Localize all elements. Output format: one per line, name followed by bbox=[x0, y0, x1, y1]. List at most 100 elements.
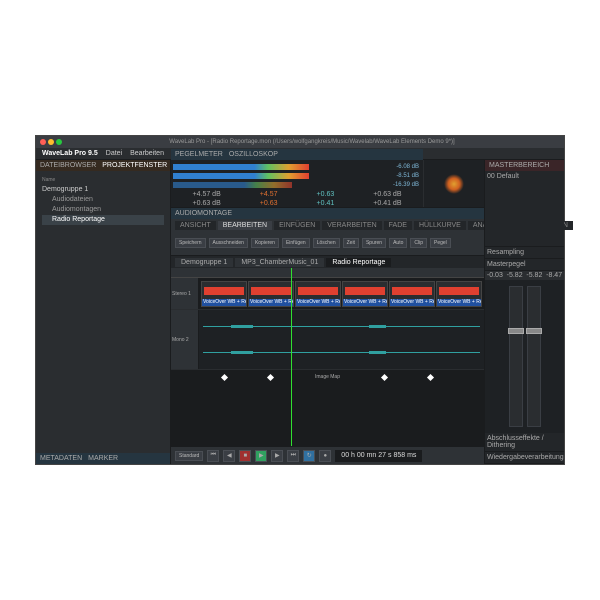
peak-val-2: -8.51 dB bbox=[396, 173, 419, 179]
menu-edit[interactable]: Bearbeiten bbox=[130, 150, 164, 157]
close-icon[interactable] bbox=[40, 139, 46, 145]
master-faders bbox=[485, 280, 564, 433]
project-panel: DATEIBROWSER PROJEKTFENSTER Name Demogru… bbox=[36, 160, 171, 464]
time-ruler[interactable] bbox=[171, 268, 484, 278]
marker-icon[interactable] bbox=[267, 373, 274, 380]
tab-edit[interactable]: BEARBEITEN bbox=[218, 221, 272, 230]
marker-icon[interactable] bbox=[427, 373, 434, 380]
tree-group[interactable]: Demogruppe 1 bbox=[42, 185, 164, 195]
clip-4[interactable]: VoiceOver WB + Reportage bbox=[342, 281, 388, 307]
transport-bar: Standard ⏮ ◀ ■ ▶ ▶ ⏭ ↻ ● 00 h 00 mn 27 s… bbox=[171, 446, 484, 464]
fader-right[interactable] bbox=[527, 286, 541, 427]
montage-toolbar: AUDIOMONTAGE ANSICHT BEARBEITEN EINFÜGEN… bbox=[171, 208, 484, 256]
peak-val-1: -6.08 dB bbox=[396, 164, 419, 170]
marker-lane[interactable]: Image Map bbox=[171, 370, 484, 384]
record-button[interactable]: ● bbox=[319, 450, 331, 462]
track-1-header[interactable]: Stereo 1 bbox=[171, 278, 199, 309]
play-button[interactable]: ▶ bbox=[255, 450, 267, 462]
waveform-display bbox=[203, 314, 480, 365]
maximize-icon[interactable] bbox=[56, 139, 62, 145]
level-meter: PEGELMETER OSZILLOSKOP -6.08 dB -8.51 dB… bbox=[171, 160, 423, 207]
tree-item-montage[interactable]: Audiomontagen bbox=[42, 205, 164, 215]
tab-metadata[interactable]: METADATEN bbox=[40, 455, 82, 462]
tab-view[interactable]: ANSICHT bbox=[175, 221, 216, 230]
clip-6[interactable]: VoiceOver WB + Reportage bbox=[436, 281, 482, 307]
back-button[interactable]: ◀ bbox=[223, 450, 235, 462]
btn-clip[interactable]: Clip bbox=[410, 238, 427, 248]
btn-level[interactable]: Pegel bbox=[430, 238, 451, 248]
rewind-button[interactable]: ⏮ bbox=[207, 450, 219, 462]
btn-copy[interactable]: Kopieren bbox=[251, 238, 279, 248]
tab-levelmeter[interactable]: PEGELMETER bbox=[175, 151, 223, 158]
clip-1[interactable]: VoiceOver WB + Reportage bbox=[201, 281, 247, 307]
m8: +0.41 dB bbox=[373, 200, 401, 207]
btn-time[interactable]: Zeit bbox=[343, 238, 359, 248]
center-area: PEGELMETER OSZILLOSKOP -6.08 dB -8.51 dB… bbox=[171, 160, 484, 464]
loop-button[interactable]: ↻ bbox=[303, 450, 315, 462]
timeline[interactable]: Stereo 1 VoiceOver WB + Reportage VoiceO… bbox=[171, 268, 484, 446]
m6: +0.63 bbox=[260, 200, 278, 207]
track-2-header[interactable]: Mono 2 bbox=[171, 310, 199, 369]
montage-tabs: Demogruppe 1 MP3_ChamberMusic_01 Radio R… bbox=[171, 256, 484, 268]
stop-button[interactable]: ■ bbox=[239, 450, 251, 462]
m1: +4.57 dB bbox=[193, 191, 221, 198]
window-title: WaveLab Pro - [Radio Reportage.mon (/Use… bbox=[64, 139, 560, 145]
masterlevel-section: Masterpegel bbox=[485, 259, 564, 271]
menu-file[interactable]: Datei bbox=[106, 150, 122, 157]
tree-header: Name bbox=[42, 175, 164, 185]
minimize-icon[interactable] bbox=[48, 139, 54, 145]
marker-icon[interactable] bbox=[381, 373, 388, 380]
playhead[interactable] bbox=[291, 268, 292, 446]
btn-delete[interactable]: Löschen bbox=[313, 238, 340, 248]
btn-auto[interactable]: Auto bbox=[389, 238, 407, 248]
track-2-lane[interactable] bbox=[199, 310, 484, 369]
timecode-display: 00 h 00 mn 27 s 858 ms bbox=[335, 450, 422, 462]
meter-tabs: PEGELMETER OSZILLOSKOP bbox=[171, 149, 423, 160]
tab-project[interactable]: PROJEKTFENSTER bbox=[102, 162, 167, 169]
tree-item-audio[interactable]: Audiodateien bbox=[42, 195, 164, 205]
tab-envelope[interactable]: HÜLLKURVE bbox=[414, 221, 466, 230]
preset-selector[interactable]: Standard bbox=[175, 451, 203, 461]
mtab-group[interactable]: Demogruppe 1 bbox=[175, 258, 233, 267]
tab-marker[interactable]: MARKER bbox=[88, 455, 118, 462]
dither-section: Abschlusseffekte / Dithering bbox=[485, 433, 564, 452]
track-1-lane[interactable]: VoiceOver WB + Reportage VoiceOver WB + … bbox=[199, 278, 484, 309]
m2: +4.57 bbox=[260, 191, 278, 198]
end-button[interactable]: ⏭ bbox=[287, 450, 299, 462]
tab-process[interactable]: VERARBEITEN bbox=[322, 221, 381, 230]
master-default: 00 Default bbox=[485, 171, 564, 247]
toolbar-tabs: ANSICHT BEARBEITEN EINFÜGEN VERARBEITEN … bbox=[171, 219, 484, 231]
btn-tracks[interactable]: Spuren bbox=[362, 238, 386, 248]
forward-button[interactable]: ▶ bbox=[271, 450, 283, 462]
tree-item-reportage[interactable]: Radio Reportage bbox=[42, 215, 164, 225]
tab-oscilloscope[interactable]: OSZILLOSKOP bbox=[229, 151, 278, 158]
fader-knob[interactable] bbox=[526, 328, 542, 334]
tab-fade[interactable]: FADE bbox=[384, 221, 412, 230]
fader-values: -0.03-5.82-5.82-8.47 bbox=[485, 271, 564, 280]
mtab-radio[interactable]: Radio Reportage bbox=[326, 258, 391, 267]
track-2: Mono 2 bbox=[171, 310, 484, 370]
meter-row: PEGELMETER OSZILLOSKOP -6.08 dB -8.51 dB… bbox=[171, 160, 484, 208]
clip-5[interactable]: VoiceOver WB + Reportage bbox=[389, 281, 435, 307]
btn-save[interactable]: Speichern bbox=[175, 238, 206, 248]
marker-icon[interactable] bbox=[221, 373, 228, 380]
m7: +0.41 bbox=[317, 200, 335, 207]
btn-paste[interactable]: Einfügen bbox=[282, 238, 310, 248]
toolbar-buttons: Speichern Ausschneiden Kopieren Einfügen… bbox=[171, 231, 484, 255]
app-name: WaveLab Pro 9.5 bbox=[42, 150, 98, 157]
mtab-mp3[interactable]: MP3_ChamberMusic_01 bbox=[235, 258, 324, 267]
meta-tabs: METADATEN MARKER bbox=[36, 453, 170, 464]
project-tabs: DATEIBROWSER PROJEKTFENSTER bbox=[36, 160, 170, 171]
tab-filebrowser[interactable]: DATEIBROWSER bbox=[40, 162, 96, 169]
btn-cut[interactable]: Ausschneiden bbox=[209, 238, 248, 248]
app-window: WaveLab Pro - [Radio Reportage.mon (/Use… bbox=[35, 135, 565, 465]
tab-insert[interactable]: EINFÜGEN bbox=[274, 221, 320, 230]
clip-2[interactable]: VoiceOver WB + Reportage bbox=[248, 281, 294, 307]
track-1: Stereo 1 VoiceOver WB + Reportage VoiceO… bbox=[171, 278, 484, 310]
clip-3[interactable]: VoiceOver WB + Reportage bbox=[295, 281, 341, 307]
fader-knob[interactable] bbox=[508, 328, 524, 334]
master-panel: MASTERBEREICH 00 Default Resampling Mast… bbox=[484, 160, 564, 464]
fader-left[interactable] bbox=[509, 286, 523, 427]
m5: +0.63 dB bbox=[193, 200, 221, 207]
image-map-label: Image Map bbox=[315, 374, 340, 380]
